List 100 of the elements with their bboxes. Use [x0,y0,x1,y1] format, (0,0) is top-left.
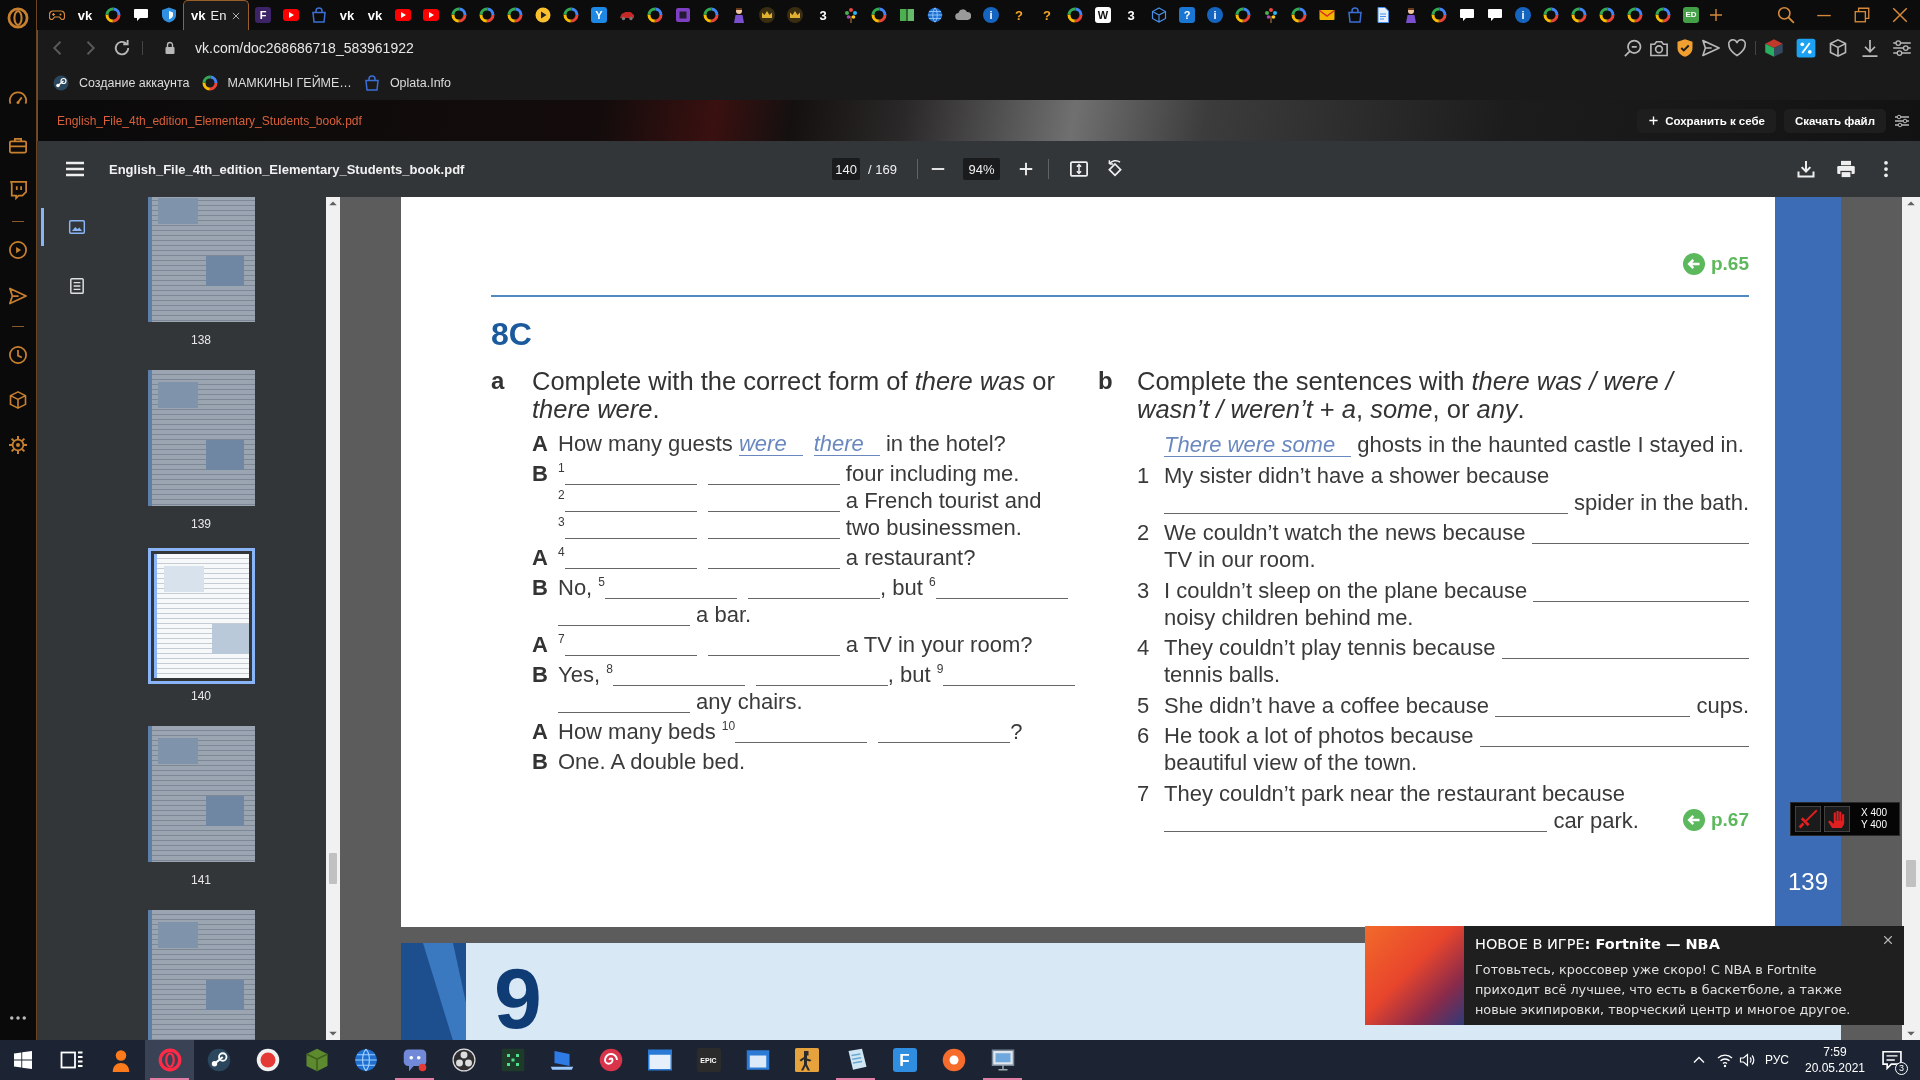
browser-tab[interactable]: vk [71,0,99,30]
letter-icon: vk [191,7,206,24]
page-thumbnail[interactable] [147,726,255,862]
plus-icon[interactable] [1708,7,1724,23]
shield-icon[interactable] [1675,38,1695,58]
speaker-label: B [532,748,549,775]
letter-icon: ? [1015,7,1023,23]
ring-icon [1543,7,1559,23]
browser-tab[interactable]: ? [1005,0,1033,30]
percent-icon[interactable] [1796,38,1816,58]
cube-icon[interactable] [1764,38,1784,58]
figure-icon [731,7,747,23]
close-icon[interactable] [1891,6,1909,24]
page-thumbnail[interactable] [147,197,255,322]
bookmark-link[interactable]: МАМКИНЫ ГЕЙМЕ… [201,75,352,91]
search-icon[interactable] [1777,6,1795,24]
item-number: 4 [1137,634,1151,661]
item-number: 1 [558,462,565,474]
stream-chat-icon[interactable] [8,180,28,200]
wifi-icon[interactable] [1716,1052,1733,1068]
browser-tab[interactable]: vk [333,0,361,30]
exercise-text: in the hotel? [884,430,1006,457]
crown-icon [759,7,775,23]
letter-icon: vk [367,7,383,23]
speaker-label: A [532,631,549,658]
reload-icon[interactable] [112,38,132,58]
thumbnail-label: 141 [191,873,211,887]
heart-icon[interactable] [1727,38,1747,58]
cube-icon[interactable] [8,390,28,410]
close-icon[interactable] [1882,934,1894,946]
language-indicator[interactable]: РУС [1764,1053,1789,1067]
exercise-text: , but [880,574,924,601]
close-icon[interactable] [231,10,242,21]
page-number-field[interactable]: 140 [832,158,861,180]
browser-tab[interactable]: 3 [1117,0,1145,30]
print-icon[interactable] [1836,159,1856,179]
scrollbar[interactable] [1902,197,1920,1040]
clock-date[interactable]: 20.05.2021 [1804,1060,1866,1076]
play-disc-icon [535,7,551,23]
speaker-label: A [532,718,549,745]
exercise-text: a bar. [695,601,752,628]
save-button[interactable]: Сохранить к себе [1637,108,1776,133]
browser-tab[interactable]: W [1089,0,1117,30]
notification-body: Готовьтесь, кроссовер уже скоро! С NBA в Fortnite приходит всё лучшее, что есть в баскетболе, а также новые экипировки, творческий центр и многое другое. [1475,961,1852,1019]
play-icon[interactable] [8,240,28,260]
exercise-letter: a [491,367,506,396]
ring-icon[interactable] [7,7,29,29]
send-icon[interactable] [8,286,28,306]
page-thumbnail[interactable] [147,910,255,1040]
video-icon [283,7,299,23]
settings-icon[interactable] [8,435,28,455]
box-icon[interactable] [1828,38,1848,58]
volume-icon[interactable] [1738,1052,1755,1068]
scrollbar[interactable] [326,197,340,1040]
exercise-instruction: Complete with the correct form of there was or there were. [532,367,1056,423]
browser-tab[interactable]: F [249,0,277,30]
download-icon[interactable] [1860,38,1880,58]
clock-icon[interactable] [8,345,28,365]
exercise-text: noisy children behind me. [1164,603,1414,631]
browser-tab[interactable]: ? [1033,0,1061,30]
scrollbar-thumb[interactable] [329,853,337,884]
aperture-icon [451,1048,476,1072]
spiral-icon [598,1048,623,1072]
sliders-icon[interactable] [1894,112,1910,129]
browser-tab[interactable]: ? [1173,0,1201,30]
browser-tab[interactable]: i [1509,0,1537,30]
browser-tab[interactable]: Y [585,0,613,30]
globe-icon [927,7,943,23]
zoom-field[interactable]: 94% [962,158,1000,180]
exercise-text: She didn’t have a coffee because [1164,691,1490,719]
exercise-text: tennis balls. [1164,661,1281,688]
bookmark-link[interactable]: Создание аккаунта [53,75,190,91]
item-number: 6 [928,576,936,588]
browser-tab[interactable]: vk En [183,0,249,30]
page-thumbnail[interactable] [147,548,255,684]
browser-tab[interactable]: vk [361,0,389,30]
browser-tab[interactable]: i [1201,0,1229,30]
window-icon [745,1048,770,1072]
square-icon [675,7,691,23]
ring-icon [703,7,719,23]
browser-tab[interactable]: 3 [809,0,837,30]
exercise-text: We couldn’t watch the news because [1164,519,1527,546]
camera-icon[interactable] [1649,38,1669,58]
zoom-out-icon[interactable] [1623,38,1643,58]
sliders-icon[interactable] [1892,38,1912,58]
letter-icon: i [1515,7,1531,23]
briefcase-icon[interactable] [8,135,28,155]
bookmark-link[interactable]: Oplata.Info [363,75,452,91]
notification-icon[interactable] [1881,1049,1903,1071]
restore-icon[interactable] [1853,6,1871,24]
browser-tab[interactable]: i [977,0,1005,30]
send-icon[interactable] [1701,38,1721,58]
fit-page-icon[interactable] [1068,159,1089,179]
scrollbar-thumb[interactable] [1906,860,1916,887]
download-file-button[interactable]: Скачать файл [1784,108,1886,133]
item-number: 3 [558,516,565,528]
page-thumbnail[interactable] [147,370,255,506]
clock-time[interactable]: 7:59 [1823,1044,1847,1060]
address-field[interactable]: vk.com/doc268686718_583961922 [195,40,414,56]
exercise-text: ghosts in the haunted castle I stayed in. [1356,431,1744,458]
